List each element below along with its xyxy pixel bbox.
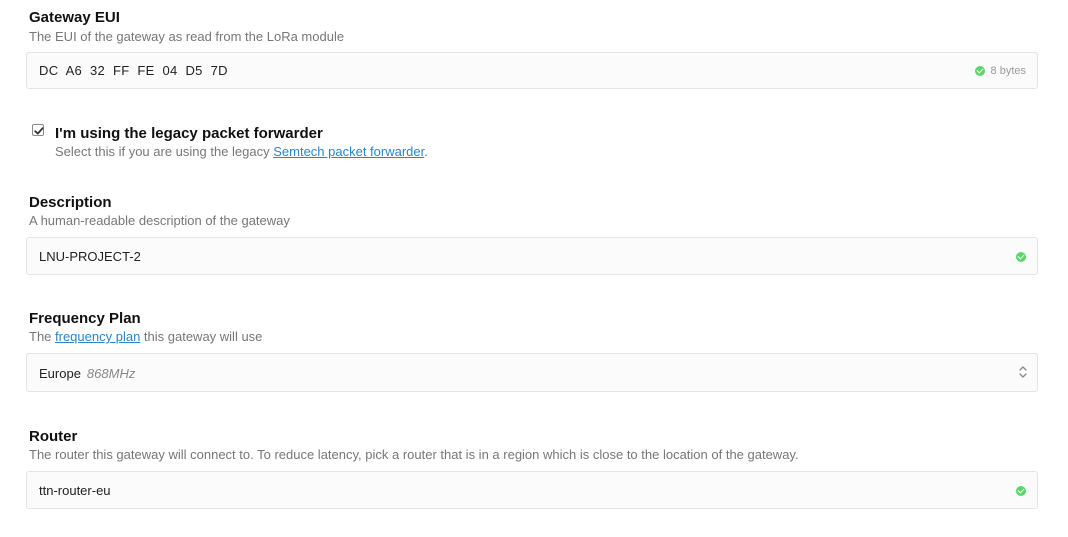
router-input[interactable]: ttn-router-eu: [26, 471, 1038, 509]
description-label: Description: [29, 194, 112, 211]
frequency-plan-link[interactable]: frequency plan: [55, 329, 140, 344]
frequency-plan-hint-suffix: this gateway will use: [140, 329, 263, 344]
frequency-plan-band: 868MHz: [86, 366, 136, 381]
gateway-settings-form: Gateway EUI The EUI of the gateway as re…: [0, 0, 1068, 537]
gateway-eui-byte-count: 8 bytes: [990, 65, 1026, 77]
select-arrows-icon: [1019, 366, 1027, 378]
checkmark-icon: [34, 127, 44, 135]
frequency-plan-region: Europe: [39, 366, 81, 381]
router-valid-icon: [1016, 486, 1026, 496]
frequency-plan-selected: Europe 868MHz: [39, 366, 135, 381]
router-label: Router: [29, 428, 78, 445]
router-value: ttn-router-eu: [39, 483, 111, 498]
description-valid-icon: [1016, 252, 1026, 262]
legacy-forwarder-hint-suffix: .: [424, 144, 428, 159]
semtech-packet-forwarder-link[interactable]: Semtech packet forwarder: [273, 144, 424, 159]
router-hint: The router this gateway will connect to.…: [29, 447, 799, 462]
frequency-plan-select[interactable]: Europe 868MHz: [26, 353, 1038, 392]
legacy-forwarder-checkbox[interactable]: [32, 124, 44, 136]
legacy-forwarder-hint-text: Select this if you are using the legacy: [55, 144, 274, 159]
gateway-eui-value: DC A6 32 FF FE 04 D5 7D: [39, 63, 228, 78]
description-value: LNU-PROJECT-2: [39, 249, 141, 264]
frequency-plan-label: Frequency Plan: [29, 310, 141, 327]
legacy-forwarder-label[interactable]: I'm using the legacy packet forwarder: [55, 125, 323, 142]
description-hint: A human-readable description of the gate…: [29, 213, 290, 228]
legacy-forwarder-hint: Select this if you are using the legacy …: [55, 144, 428, 159]
gateway-eui-input[interactable]: DC A6 32 FF FE 04 D5 7D 8 bytes: [26, 52, 1038, 89]
gateway-eui-hint: The EUI of the gateway as read from the …: [29, 29, 345, 44]
frequency-plan-hint-prefix: The: [29, 329, 56, 344]
description-input[interactable]: LNU-PROJECT-2: [26, 237, 1038, 275]
gateway-eui-label: Gateway EUI: [29, 9, 120, 26]
gateway-eui-valid-icon: [975, 66, 985, 76]
frequency-plan-hint: The frequency plan this gateway will use: [29, 329, 262, 344]
